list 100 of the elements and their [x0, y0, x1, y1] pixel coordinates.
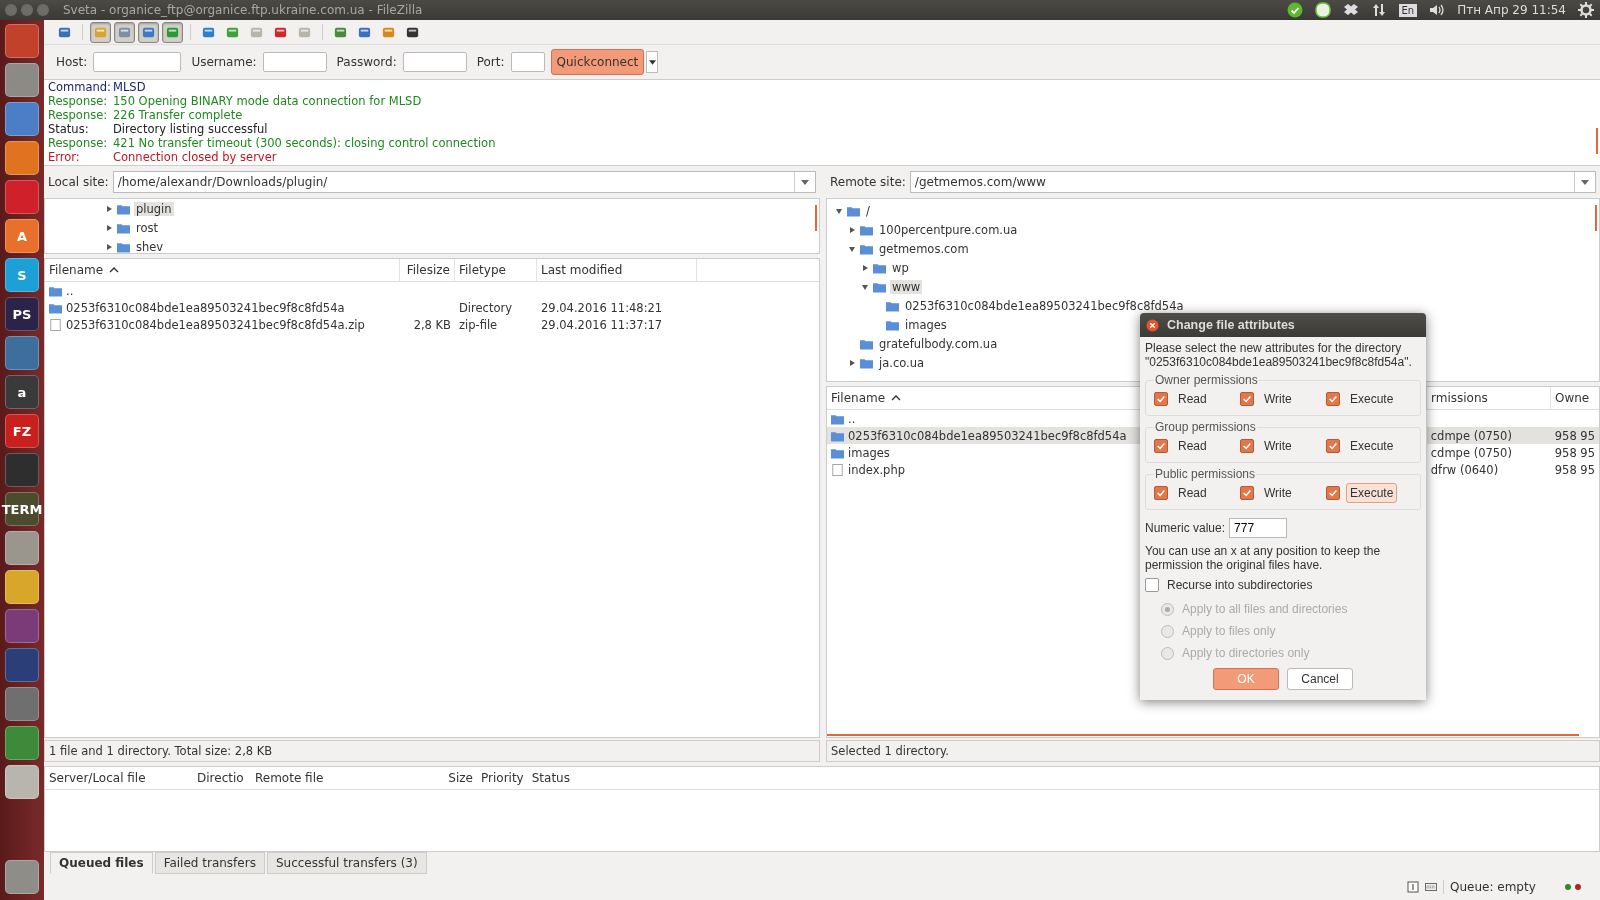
- launcher-button[interactable]: a: [5, 375, 39, 409]
- checkbox[interactable]: [1240, 392, 1254, 406]
- cancel-button[interactable]: Cancel: [1287, 668, 1353, 690]
- launcher-button[interactable]: [5, 102, 39, 136]
- folder-name[interactable]: ja.co.ua: [877, 355, 927, 370]
- file-name[interactable]: ..: [66, 283, 74, 298]
- collapse-arrow-icon[interactable]: [848, 244, 856, 253]
- launcher-button[interactable]: [5, 141, 39, 175]
- queue-tab[interactable]: Failed transfers: [154, 852, 265, 874]
- checkbox[interactable]: [1154, 486, 1168, 500]
- launcher-button[interactable]: PS: [5, 297, 39, 331]
- launcher-button[interactable]: [5, 860, 39, 894]
- checkbox-label[interactable]: Recurse into subdirectories: [1167, 578, 1313, 592]
- column-header[interactable]: Server/Local file: [45, 771, 193, 785]
- column-header[interactable]: Status: [527, 771, 574, 785]
- launcher-button[interactable]: [5, 531, 39, 565]
- port-field[interactable]: [510, 52, 545, 72]
- radio-button[interactable]: [1161, 646, 1174, 660]
- queue-tab[interactable]: Queued files: [50, 852, 153, 874]
- settings-icon[interactable]: [1578, 2, 1594, 18]
- expand-arrow-icon[interactable]: [105, 223, 113, 232]
- checkbox-label[interactable]: Read: [1174, 436, 1211, 456]
- scrollbar-indicator[interactable]: [1596, 128, 1598, 154]
- column-header[interactable]: Directio: [193, 771, 251, 785]
- folder-name[interactable]: www: [890, 279, 923, 294]
- column-header[interactable]: Filesize: [406, 263, 450, 277]
- check-icon[interactable]: [1286, 2, 1303, 18]
- folder-name[interactable]: getmemos.com: [877, 241, 971, 256]
- launcher-button[interactable]: [5, 765, 39, 799]
- folder-name[interactable]: gratefulbody.com.ua: [877, 336, 1000, 351]
- local-path-field[interactable]: /home/alexandr/Downloads/plugin/: [112, 171, 816, 193]
- scrollbar-indicator[interactable]: [1595, 205, 1597, 231]
- radio-button[interactable]: [1161, 624, 1174, 638]
- expand-arrow-icon[interactable]: [848, 358, 856, 367]
- network-arrows-icon[interactable]: [1370, 2, 1387, 18]
- folder-name[interactable]: wp: [890, 260, 911, 275]
- file-name-cell[interactable]: 0253f6310c084bde1ea89503241bec9f8c8fd54a: [827, 427, 1143, 444]
- checkbox-label[interactable]: Write: [1260, 436, 1296, 456]
- launcher-button[interactable]: [5, 648, 39, 682]
- column-header[interactable]: Owne: [1555, 391, 1590, 405]
- scrollbar-indicator[interactable]: [815, 205, 817, 231]
- checkbox-label[interactable]: Write: [1260, 389, 1296, 409]
- folder-name[interactable]: 0253f6310c084bde1ea89503241bec9f8c8fd54a: [903, 298, 1186, 313]
- column-header[interactable]: Remote file: [251, 771, 429, 785]
- dropdown-arrow-icon[interactable]: [648, 59, 656, 65]
- file-name-cell[interactable]: index.php: [827, 462, 1143, 477]
- checkbox[interactable]: [1240, 486, 1254, 500]
- sort-ascending-icon[interactable]: [891, 395, 902, 401]
- folder-name[interactable]: 100percentpure.com.ua: [877, 222, 1020, 237]
- expand-arrow-icon[interactable]: [105, 242, 113, 251]
- folder-name[interactable]: shev: [134, 239, 166, 254]
- folder-name[interactable]: plugin: [134, 201, 174, 216]
- expand-arrow-icon[interactable]: [848, 225, 856, 234]
- launcher-button[interactable]: [5, 63, 39, 97]
- file-name-cell[interactable]: images: [827, 445, 1143, 460]
- checkbox-label[interactable]: Execute: [1346, 436, 1398, 456]
- dropdown-arrow-icon[interactable]: [1581, 179, 1589, 185]
- volume-icon[interactable]: [1429, 2, 1446, 18]
- numeric-value-field[interactable]: 777: [1229, 518, 1288, 538]
- column-header[interactable]: rmissions: [1431, 391, 1488, 405]
- folder-name[interactable]: rost: [134, 220, 160, 235]
- folder-name[interactable]: images: [903, 317, 949, 332]
- quickconnect-button[interactable]: Quickconnect: [550, 49, 645, 75]
- launcher-button[interactable]: FZ: [5, 414, 39, 448]
- launcher-button[interactable]: [5, 453, 39, 487]
- radio-button[interactable]: [1161, 602, 1174, 616]
- launcher-button[interactable]: [5, 570, 39, 604]
- checkbox-label[interactable]: Execute: [1346, 483, 1398, 503]
- column-header[interactable]: Last modified: [541, 263, 623, 277]
- launcher-button[interactable]: [5, 336, 39, 370]
- queue-tab[interactable]: Successful transfers (3): [266, 852, 427, 874]
- file-name[interactable]: 0253f6310c084bde1ea89503241bec9f8c8fd54a.zip: [66, 317, 365, 332]
- checkbox[interactable]: [1326, 486, 1340, 500]
- checkbox-label[interactable]: Execute: [1346, 389, 1398, 409]
- host-field[interactable]: [93, 52, 182, 72]
- password-field[interactable]: [402, 52, 467, 72]
- remote-path-field[interactable]: /getmemos.com/www: [909, 171, 1596, 193]
- scrollbar-indicator[interactable]: [827, 734, 1579, 736]
- expand-arrow-icon[interactable]: [105, 204, 113, 213]
- checkbox-label[interactable]: Write: [1260, 483, 1296, 503]
- checkbox[interactable]: [1154, 439, 1168, 453]
- keyboard-layout-indicator[interactable]: En: [1398, 3, 1418, 17]
- maximize-icon[interactable]: [37, 4, 49, 16]
- clock[interactable]: Птн Апр 29 11:54: [1457, 3, 1566, 17]
- close-icon[interactable]: [1146, 318, 1159, 332]
- checkbox[interactable]: [1240, 439, 1254, 453]
- chat-bubble-icon[interactable]: [1314, 2, 1331, 18]
- folder-name[interactable]: /: [864, 203, 872, 218]
- checkbox-label[interactable]: Read: [1174, 483, 1211, 503]
- column-header[interactable]: Filename: [831, 391, 886, 405]
- username-field[interactable]: [262, 52, 327, 72]
- column-header[interactable]: Filetype: [459, 263, 506, 277]
- checkbox[interactable]: [1326, 439, 1340, 453]
- collapse-arrow-icon[interactable]: [861, 282, 869, 291]
- launcher-button[interactable]: [5, 609, 39, 643]
- checkbox[interactable]: [1145, 578, 1159, 592]
- collapse-arrow-icon[interactable]: [835, 206, 843, 215]
- checkbox-label[interactable]: Read: [1174, 389, 1211, 409]
- minimize-icon[interactable]: [21, 4, 33, 16]
- checkbox[interactable]: [1154, 392, 1168, 406]
